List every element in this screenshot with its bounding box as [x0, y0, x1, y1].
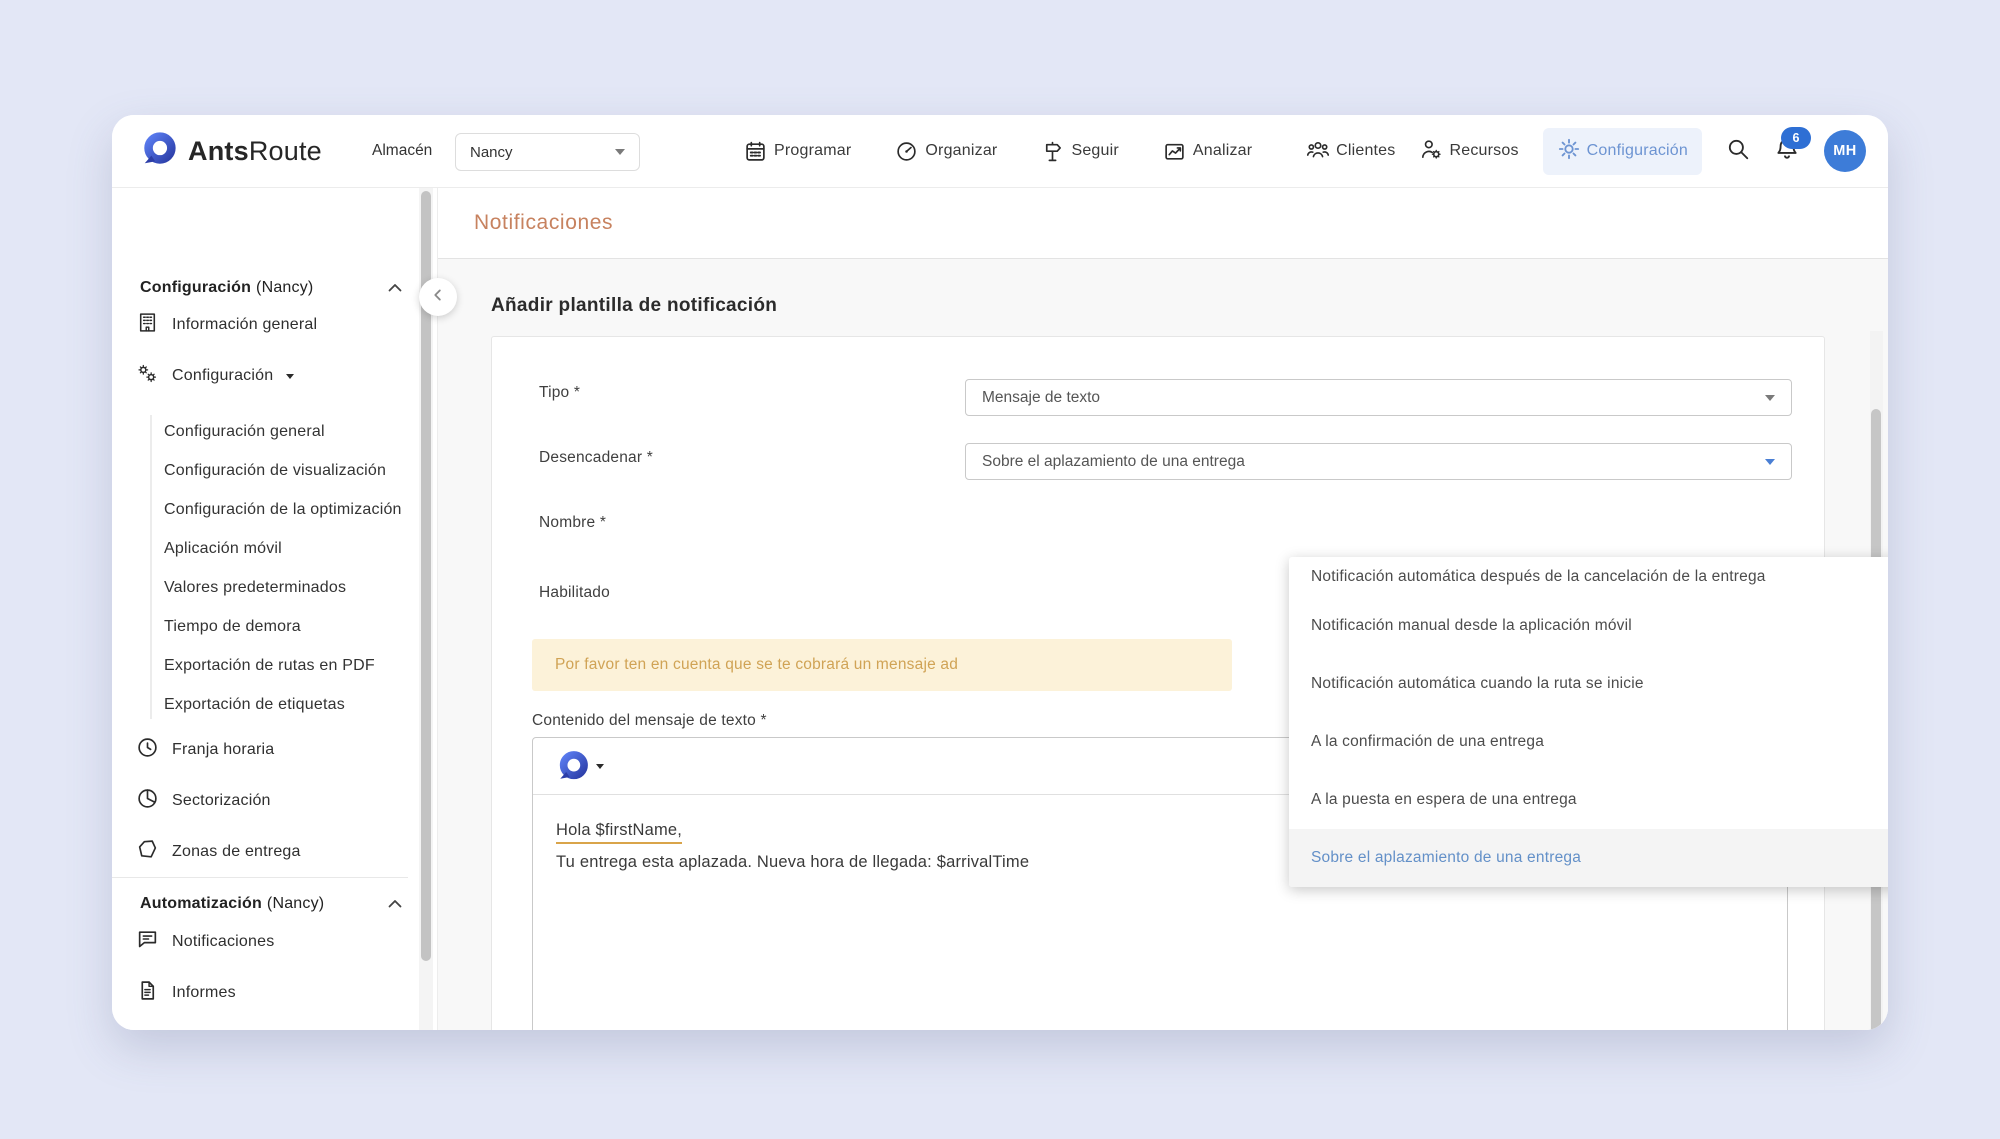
pie-chart-icon — [136, 787, 159, 815]
tipo-label: Tipo * — [539, 384, 580, 402]
page-title: Notificaciones — [474, 187, 613, 258]
sidebar-subitem-configuracion-optimizacion[interactable]: Configuración de la optimización — [164, 497, 402, 523]
top-right-nav: Clientes Recursos — [1306, 115, 1866, 187]
search-button[interactable] — [1726, 137, 1750, 166]
dropdown-option[interactable]: A la puesta en espera de una entrega — [1289, 771, 1888, 829]
chevron-up-icon[interactable] — [384, 893, 406, 915]
sidebar-section-configuracion[interactable]: Configuración (Nancy) — [140, 275, 313, 301]
nav-configuracion-active[interactable]: Configuración — [1543, 128, 1702, 175]
message-line-1: Hola $firstName, — [556, 821, 682, 844]
sidebar-item-notificaciones[interactable]: Notificaciones — [136, 929, 274, 955]
dropdown-option[interactable]: Notificación automática después de la ca… — [1289, 557, 1888, 597]
desencadenar-label: Desencadenar * — [539, 449, 653, 467]
billing-warning-banner: Por favor ten en cuenta que se te cobrar… — [532, 639, 1232, 691]
warehouse-label: Almacén — [372, 115, 432, 187]
sidebar-subitem-configuracion-general[interactable]: Configuración general — [164, 419, 325, 445]
avatar[interactable]: MH — [1824, 130, 1866, 172]
dropdown-option[interactable]: Notificación automática cuando la ruta s… — [1289, 655, 1888, 713]
tipo-select[interactable]: Mensaje de texto — [965, 379, 1792, 416]
nav-recursos[interactable]: Recursos — [1419, 137, 1518, 166]
collapse-sidebar-button[interactable] — [419, 278, 457, 316]
chevron-up-icon[interactable] — [384, 277, 406, 299]
document-icon — [136, 979, 159, 1007]
calendar-icon — [744, 140, 767, 163]
brand-name: AntsRoute — [188, 136, 322, 167]
chat-bubble-icon — [136, 928, 159, 956]
nav-analizar[interactable]: Analizar — [1163, 140, 1252, 163]
desencadenar-select-value: Sobre el aplazamiento de una entrega — [982, 453, 1245, 471]
variable-insert-button[interactable] — [556, 749, 604, 783]
chevron-down-icon — [1765, 395, 1775, 401]
people-group-icon — [1306, 137, 1330, 166]
polygon-zone-icon — [136, 838, 159, 866]
chart-icon — [1163, 140, 1186, 163]
nav-organizar[interactable]: Organizar — [895, 140, 997, 163]
sidebar-subitem-valores-predeterminados[interactable]: Valores predeterminados — [164, 575, 346, 601]
sidebar-subitem-exportacion-etiquetas[interactable]: Exportación de etiquetas — [164, 692, 345, 718]
desencadenar-dropdown-list: Notificación automática después de la ca… — [1289, 557, 1888, 887]
sidebar-item-sectorizacion[interactable]: Sectorización — [136, 788, 271, 814]
search-icon — [1726, 137, 1750, 166]
top-bar: AntsRoute Almacén Nancy Programar — [112, 115, 1888, 188]
dropdown-option[interactable]: Notificación manual desde la aplicación … — [1289, 597, 1888, 655]
sidebar-item-informes[interactable]: Informes — [136, 980, 236, 1006]
dropdown-option-selected[interactable]: Sobre el aplazamiento de una entrega — [1289, 829, 1888, 887]
caret-down-icon — [286, 374, 294, 379]
clock-icon — [136, 736, 159, 764]
app-window: AntsRoute Almacén Nancy Programar — [112, 115, 1888, 1030]
contenido-label: Contenido del mensaje de texto * — [532, 712, 767, 730]
bell-icon — [1774, 149, 1800, 166]
notification-badge: 6 — [1781, 127, 1811, 149]
sidebar-item-franja-horaria[interactable]: Franja horaria — [136, 737, 274, 763]
gear-icon — [1557, 137, 1581, 166]
antsroute-a-icon — [556, 749, 590, 783]
antsroute-logo-icon — [140, 130, 178, 173]
chevron-down-icon — [1765, 459, 1775, 465]
warehouse-select-value: Nancy — [470, 144, 513, 161]
sidebar-divider — [112, 877, 408, 878]
sidebar: Configuración (Nancy) Información genera… — [112, 187, 437, 1030]
tipo-select-value: Mensaje de texto — [982, 389, 1100, 407]
warehouse-select[interactable]: Nancy — [455, 133, 640, 171]
warning-text: Por favor ten en cuenta que se te cobrar… — [555, 656, 958, 674]
chevron-down-icon — [615, 149, 625, 155]
dropdown-option[interactable]: A la confirmación de una entrega — [1289, 713, 1888, 771]
main-content: Notificaciones Añadir plantilla de notif… — [437, 187, 1888, 1030]
person-gear-icon — [1419, 137, 1443, 166]
building-icon — [136, 311, 159, 339]
nav-clientes[interactable]: Clientes — [1306, 137, 1395, 166]
sidebar-item-configuracion[interactable]: Configuración — [136, 363, 294, 389]
card-title: Añadir plantilla de notificación — [491, 295, 777, 317]
habilitado-label: Habilitado — [539, 584, 610, 602]
nombre-label: Nombre * — [539, 514, 606, 532]
nav-programar[interactable]: Programar — [744, 140, 851, 163]
gears-icon — [136, 362, 159, 390]
page-header: Notificaciones — [438, 187, 1888, 258]
sidebar-item-informacion-general[interactable]: Información general — [136, 312, 317, 338]
gauge-icon — [895, 140, 918, 163]
notifications-button[interactable]: 6 — [1774, 136, 1800, 167]
signpost-icon — [1041, 140, 1064, 163]
chevron-left-icon — [428, 285, 448, 310]
brand-logo[interactable]: AntsRoute — [140, 130, 322, 173]
nav-seguir[interactable]: Seguir — [1041, 140, 1118, 163]
sidebar-subitem-tiempo-demora[interactable]: Tiempo de demora — [164, 614, 301, 640]
sidebar-subitem-configuracion-visualizacion[interactable]: Configuración de visualización — [164, 458, 386, 484]
sidebar-section-automatizacion[interactable]: Automatización (Nancy) — [140, 891, 324, 917]
caret-down-icon — [596, 764, 604, 769]
sidebar-subitem-aplicacion-movil[interactable]: Aplicación móvil — [164, 536, 282, 562]
sidebar-item-zonas-entrega[interactable]: Zonas de entrega — [136, 839, 301, 865]
subnav-indent-line — [150, 415, 152, 719]
sidebar-subitem-exportacion-rutas-pdf[interactable]: Exportación de rutas en PDF — [164, 653, 375, 679]
desencadenar-select[interactable]: Sobre el aplazamiento de una entrega — [965, 443, 1792, 480]
main-nav: Programar Organizar — [744, 115, 1252, 187]
